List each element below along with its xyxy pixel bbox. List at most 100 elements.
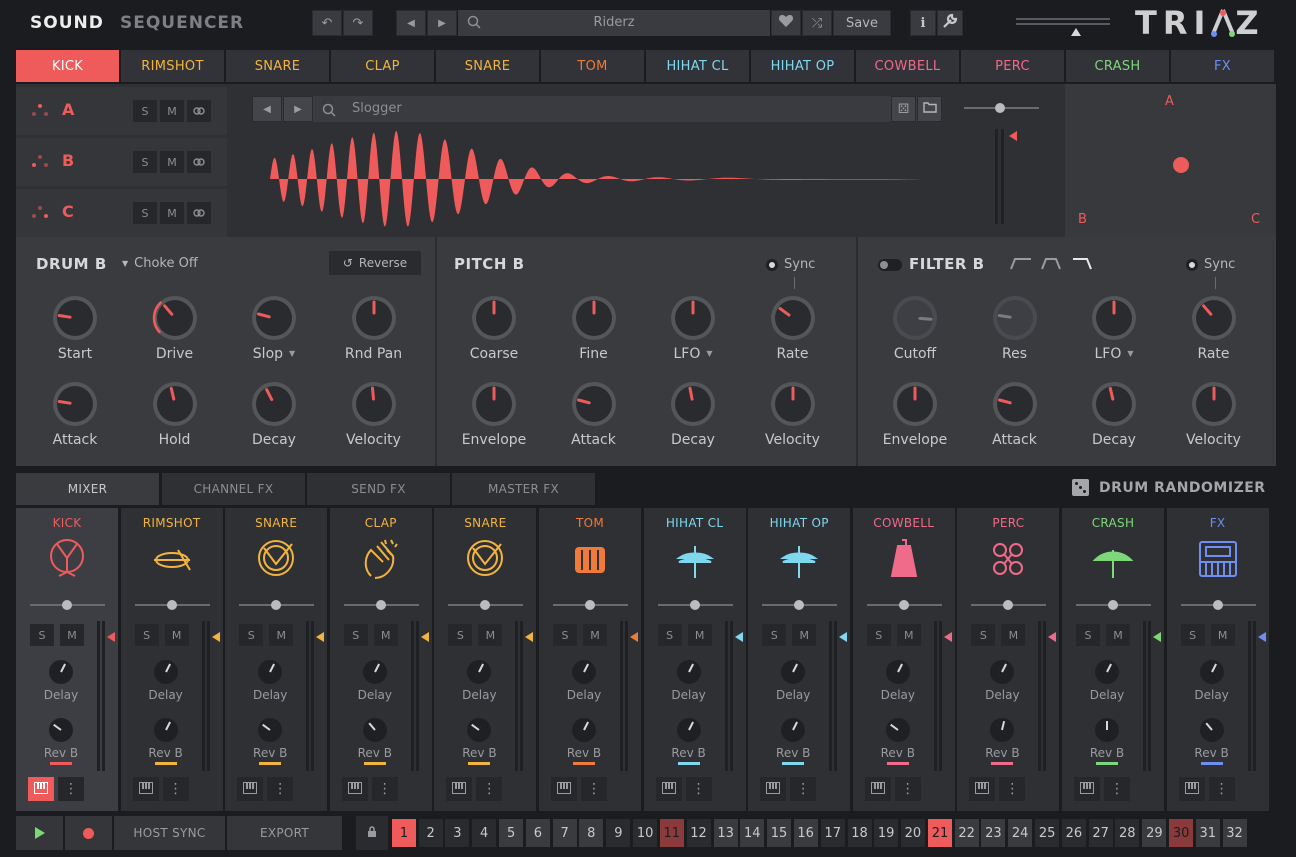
shuffle-button[interactable]: ⤮ — [802, 10, 832, 36]
pan-handle[interactable] — [271, 600, 282, 610]
volume-marker[interactable] — [1257, 632, 1266, 642]
filter-attack-knob[interactable] — [992, 381, 1038, 427]
tab-sequencer[interactable]: SEQUENCER — [120, 13, 244, 33]
more-options-button[interactable]: ⋮ — [894, 777, 921, 801]
pan-handle[interactable] — [375, 600, 386, 610]
step-8-button[interactable]: 8 — [579, 819, 604, 847]
delay-send-knob[interactable] — [780, 659, 806, 685]
volume-marker[interactable] — [1048, 632, 1057, 642]
step-11-button[interactable]: 11 — [659, 819, 684, 847]
tab-mixer[interactable]: MIXER — [16, 473, 159, 505]
lock-button[interactable] — [356, 816, 388, 850]
step-2-button[interactable]: 2 — [418, 819, 443, 847]
pad-fx[interactable]: FX — [1171, 50, 1274, 82]
piano-roll-button[interactable] — [132, 777, 159, 801]
pan-handle[interactable] — [166, 600, 177, 610]
step-5-button[interactable]: 5 — [499, 819, 524, 847]
channel-solo-button[interactable]: S — [657, 624, 682, 646]
step-26-button[interactable]: 26 — [1061, 819, 1086, 847]
more-options-button[interactable]: ⋮ — [581, 777, 607, 801]
delay-send-knob[interactable] — [1094, 659, 1120, 685]
reverb-send-knob[interactable] — [1199, 717, 1225, 743]
more-options-button[interactable]: ⋮ — [162, 777, 189, 801]
pad-crash[interactable]: CRASH — [1066, 50, 1169, 82]
channel-mute-button[interactable]: M — [60, 624, 84, 646]
settings-button[interactable] — [937, 10, 963, 36]
drum-drive-knob[interactable] — [152, 295, 198, 341]
filter-velocity-knob[interactable] — [1191, 381, 1237, 427]
more-options-button[interactable]: ⋮ — [476, 777, 503, 801]
drum-hold-knob[interactable] — [152, 381, 198, 427]
step-14-button[interactable]: 14 — [740, 819, 765, 847]
tab-master-fx[interactable]: MASTER FX — [452, 473, 595, 505]
volume-marker[interactable] — [420, 632, 429, 642]
layer-a[interactable]: A SM — [16, 87, 227, 135]
step-18-button[interactable]: 18 — [847, 819, 872, 847]
filter-type-selector[interactable] — [1009, 255, 1099, 271]
piano-roll-button[interactable] — [969, 777, 996, 801]
step-19-button[interactable]: 19 — [874, 819, 899, 847]
layer-mute-button[interactable]: M — [160, 202, 184, 224]
reverb-send-knob[interactable] — [48, 717, 74, 743]
more-options-button[interactable]: ⋮ — [1104, 777, 1130, 801]
chevron-down-icon[interactable]: ▼ — [706, 349, 712, 358]
reverb-send-knob[interactable] — [1094, 717, 1120, 743]
channel-solo-button[interactable]: S — [762, 624, 787, 646]
delay-send-knob[interactable] — [571, 659, 597, 685]
filter-enable-toggle[interactable] — [878, 259, 902, 271]
volume-marker[interactable] — [211, 632, 220, 642]
delay-send-knob[interactable] — [466, 659, 492, 685]
pan-handle[interactable] — [1108, 600, 1118, 610]
more-options-button[interactable]: ⋮ — [1208, 777, 1235, 801]
filter-lfo-knob[interactable] — [1091, 295, 1137, 341]
piano-roll-button[interactable] — [760, 777, 787, 801]
channel-solo-button[interactable]: S — [553, 624, 577, 646]
channel-mute-button[interactable]: M — [1001, 624, 1026, 646]
drum-rnd-pan-knob[interactable] — [351, 295, 397, 341]
pitch-velocity-knob[interactable] — [770, 381, 816, 427]
pitch-decay-knob[interactable] — [670, 381, 716, 427]
piano-roll-button[interactable] — [551, 777, 577, 801]
piano-roll-button[interactable] — [864, 777, 891, 801]
channel-mute-button[interactable]: M — [792, 624, 817, 646]
redo-button[interactable]: ↷ — [343, 10, 373, 36]
piano-roll-button[interactable] — [237, 777, 264, 801]
volume-marker[interactable] — [943, 632, 952, 642]
step-12-button[interactable]: 12 — [686, 819, 711, 847]
reverb-send-knob[interactable] — [885, 717, 911, 743]
volume-marker[interactable] — [1153, 632, 1161, 642]
pitch-envelope-knob[interactable] — [471, 381, 517, 427]
pad-hihat-cl[interactable]: HIHAT CL — [646, 50, 749, 82]
reverb-send-knob[interactable] — [257, 717, 283, 743]
host-sync-button[interactable]: HOST SYNC — [114, 816, 225, 850]
more-options-button[interactable]: ⋮ — [790, 777, 817, 801]
delay-send-knob[interactable] — [362, 659, 388, 685]
step-31-button[interactable]: 31 — [1195, 819, 1220, 847]
pan-handle[interactable] — [585, 600, 595, 610]
channel-mute-button[interactable]: M — [269, 624, 294, 646]
step-9-button[interactable]: 9 — [606, 819, 631, 847]
info-button[interactable]: i — [910, 10, 936, 36]
delay-send-knob[interactable] — [48, 659, 74, 685]
chevron-down-icon[interactable]: ▼ — [289, 349, 295, 358]
channel-solo-button[interactable]: S — [239, 624, 264, 646]
drum-start-knob[interactable] — [52, 295, 98, 341]
volume-marker[interactable] — [107, 632, 115, 642]
undo-button[interactable]: ↶ — [312, 10, 342, 36]
volume-marker[interactable] — [734, 632, 743, 642]
layer-solo-button[interactable]: S — [133, 100, 157, 122]
record-button[interactable] — [65, 816, 112, 850]
channel-solo-button[interactable]: S — [448, 624, 473, 646]
more-options-button[interactable]: ⋮ — [685, 777, 712, 801]
step-17-button[interactable]: 17 — [820, 819, 845, 847]
pan-handle[interactable] — [995, 103, 1005, 113]
drum-decay-knob[interactable] — [251, 381, 297, 427]
channel-solo-button[interactable]: S — [971, 624, 996, 646]
delay-send-knob[interactable] — [153, 659, 179, 685]
save-button[interactable]: Save — [833, 10, 891, 36]
drum-attack-knob[interactable] — [52, 381, 98, 427]
piano-roll-button[interactable] — [446, 777, 473, 801]
filter-res-knob[interactable] — [992, 295, 1038, 341]
pan-handle[interactable] — [1003, 600, 1014, 610]
piano-roll-button[interactable] — [655, 777, 682, 801]
